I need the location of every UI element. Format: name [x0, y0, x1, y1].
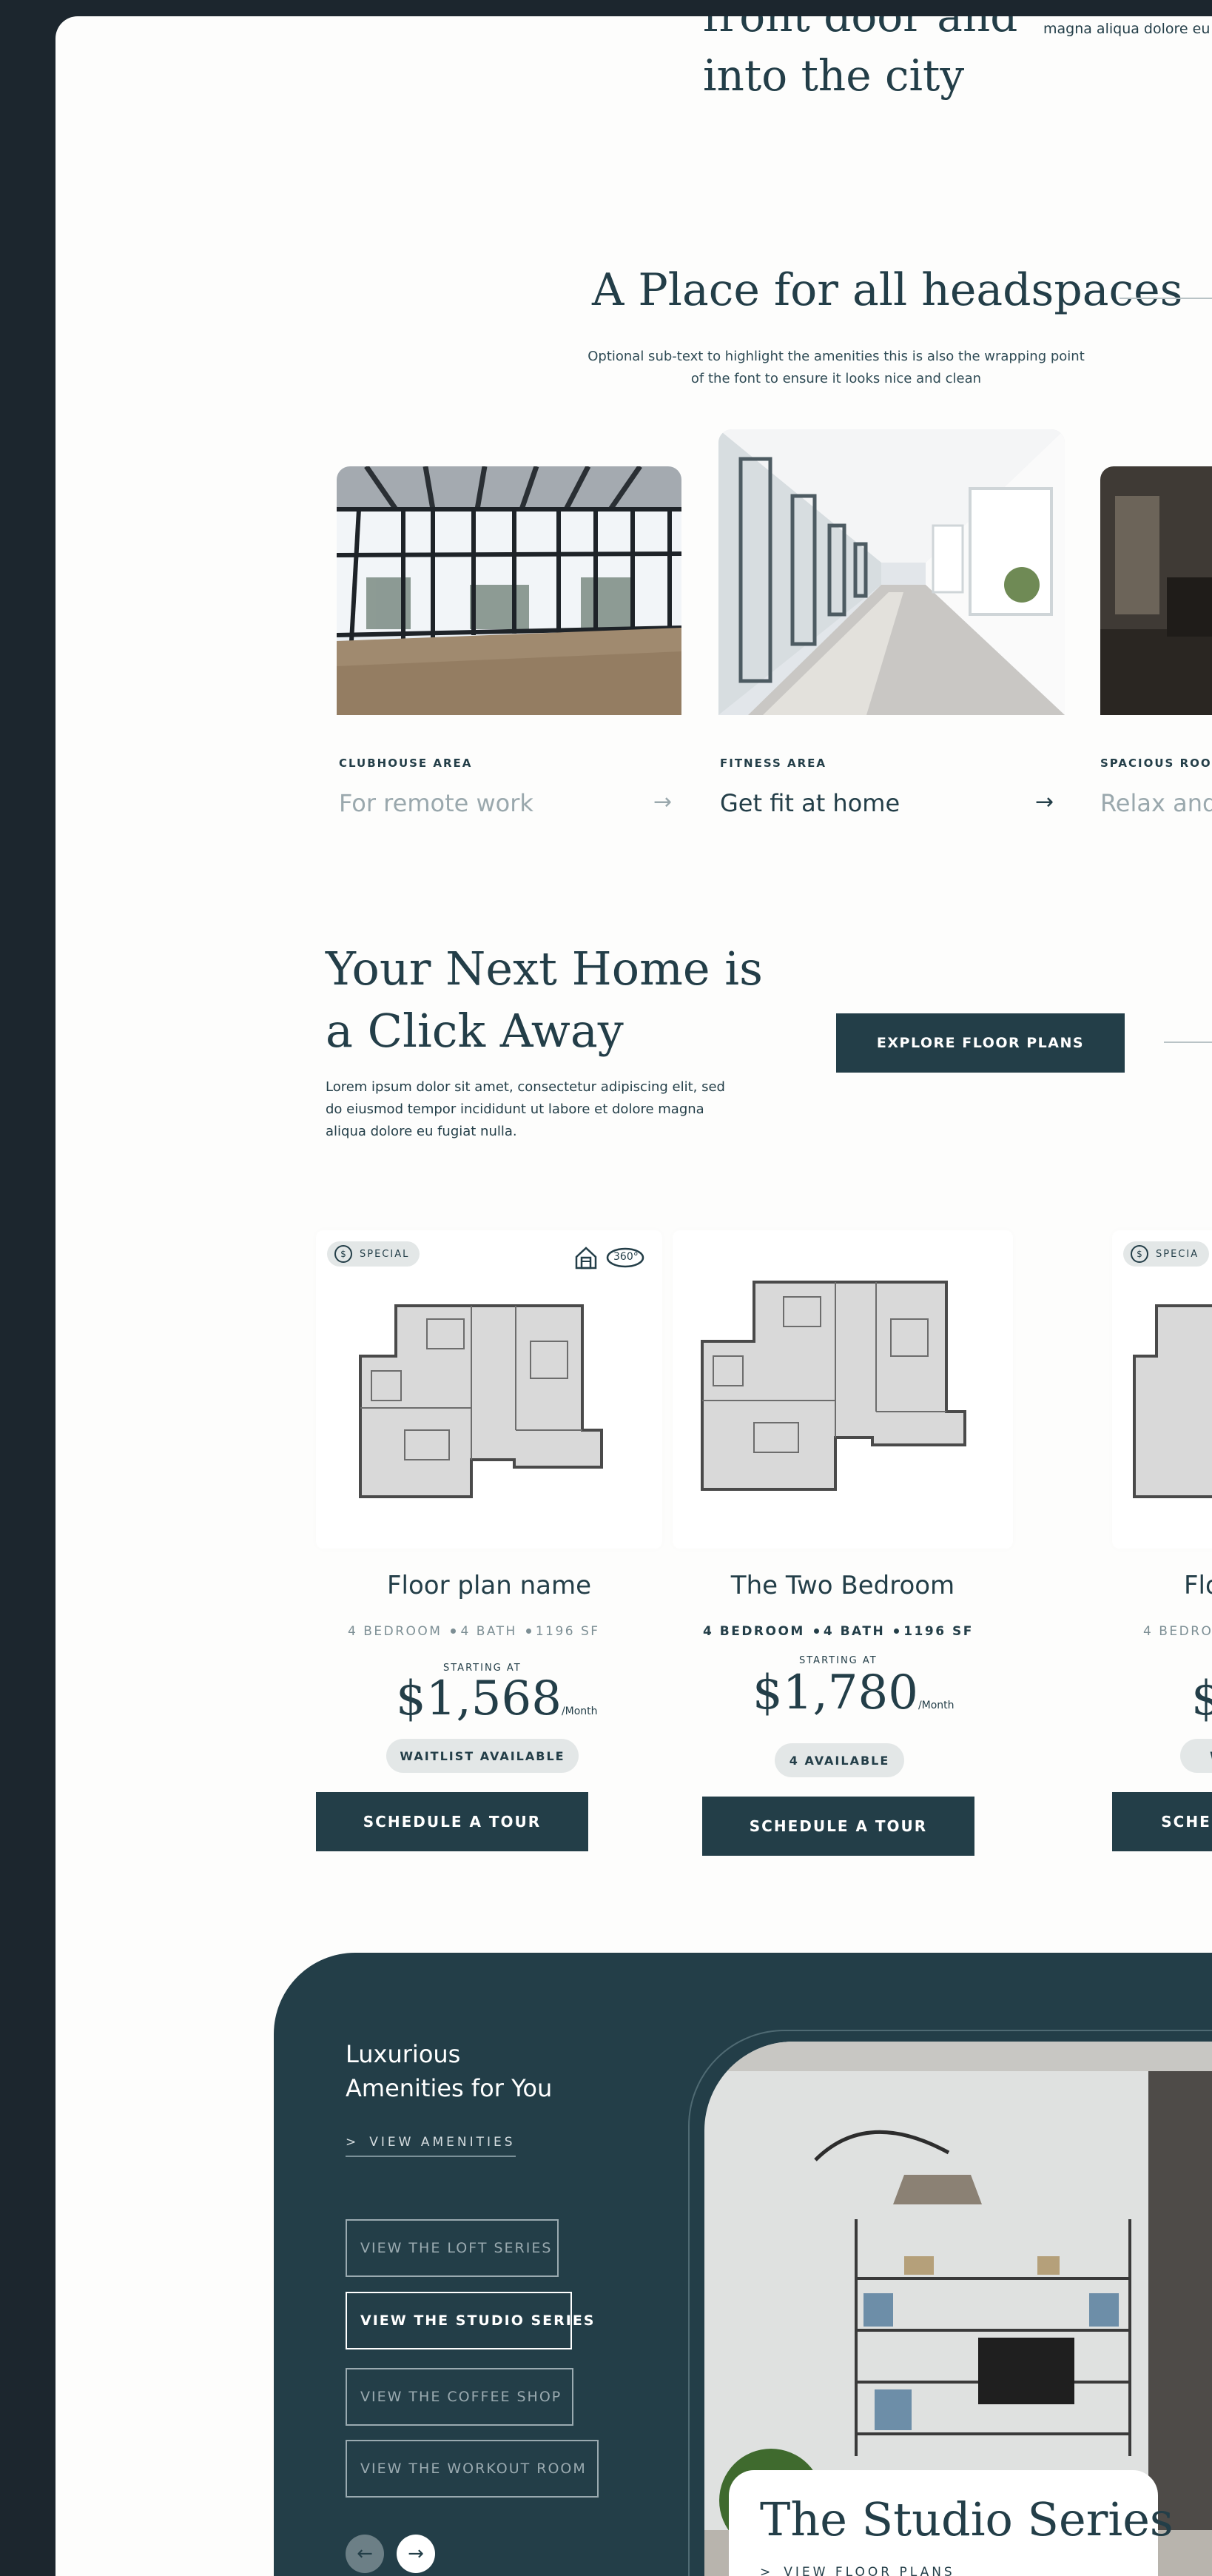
loft-series-button[interactable]: VIEW THE LOFT SERIES — [346, 2219, 559, 2277]
floor-plan-specs: 4 BEDRO — [1143, 1624, 1212, 1639]
special-badge: $ SPECIA — [1123, 1241, 1210, 1267]
price: $ — [1191, 1671, 1212, 1726]
luxury-amenities-title: Luxurious Amenities for You — [346, 2040, 553, 2102]
arrow-right-icon[interactable]: → — [653, 789, 672, 815]
floor-plan-image[interactable] — [316, 1230, 662, 1549]
dollar-coin-icon: $ — [334, 1245, 352, 1263]
arrow-right-icon[interactable]: → — [1035, 789, 1054, 815]
amenities-subtitle: Optional sub-text to highlight the ameni… — [588, 349, 1085, 386]
availability-badge: W — [1180, 1739, 1212, 1773]
schedule-tour-button[interactable]: SCHE — [1112, 1792, 1212, 1851]
clubhouse-photo — [337, 466, 681, 715]
floor-plan-image[interactable] — [673, 1230, 1013, 1549]
availability-badge: 4 AVAILABLE — [775, 1743, 904, 1777]
price: $1,568/Month — [396, 1671, 598, 1726]
divider — [1164, 1042, 1212, 1043]
chevron-right-icon: > — [760, 2565, 774, 2576]
chevron-right-icon: > — [346, 2135, 360, 2150]
workout-room-button[interactable]: VIEW THE WORKOUT ROOM — [346, 2440, 599, 2498]
page: front door and into the city magna aliqu… — [55, 16, 1212, 2576]
card-title: For remote work — [339, 789, 533, 817]
floor-plan-name: Flo — [1184, 1571, 1212, 1600]
schedule-tour-button[interactable]: SCHEDULE A TOUR — [702, 1797, 974, 1856]
tour-360-icon[interactable]: 360° — [606, 1245, 644, 1270]
next-home-title: Your Next Home is a Click Away — [326, 942, 763, 1058]
card-title: Get fit at home — [720, 789, 900, 817]
floor-plan-name: Floor plan name — [386, 1571, 592, 1600]
view-amenities-link[interactable]: > VIEW AMENITIES — [346, 2135, 516, 2157]
price: $1,780/Month — [753, 1666, 955, 1720]
floor-plan-name: The Two Bedroom — [730, 1571, 955, 1600]
card-category: SPACIOUS ROO — [1100, 757, 1212, 770]
studio-series-button[interactable]: VIEW THE STUDIO SERIES — [346, 2292, 594, 2349]
hero-title: front door and into the city — [703, 16, 1018, 101]
amenities-title: A Place for all headspaces — [592, 264, 1183, 316]
floor-plan-specs: 4 BEDROOM 4 BATH 1196 SF — [703, 1624, 974, 1639]
special-badge: $ SPECIAL — [327, 1241, 420, 1267]
home-icon[interactable] — [573, 1245, 599, 1270]
studio-series-title: The Studio Series — [760, 2492, 1174, 2546]
amenity-card-spacious[interactable]: SPACIOUS ROO Relax and — [1100, 466, 1212, 836]
amenity-card-fitness[interactable]: FITNESS AREA Get fit at home → — [718, 429, 1065, 836]
floor-plan-specs: 4 BEDROOM 4 BATH 1196 SF — [348, 1624, 600, 1639]
divider — [1120, 298, 1212, 299]
arrow-right-icon[interactable]: → — [397, 2535, 435, 2573]
availability-badge: WAITLIST AVAILABLE — [386, 1739, 579, 1773]
coffee-shop-button[interactable]: VIEW THE COFFEE SHOP — [346, 2368, 573, 2426]
explore-floor-plans-button[interactable]: EXPLORE FLOOR PLANS — [836, 1013, 1125, 1073]
card-title: Relax and — [1100, 789, 1212, 817]
card-category: FITNESS AREA — [720, 757, 827, 770]
next-home-body: Lorem ipsum dolor sit amet, consectetur … — [326, 1079, 725, 1139]
schedule-tour-button[interactable]: SCHEDULE A TOUR — [316, 1792, 588, 1851]
arrow-left-icon[interactable]: ← — [346, 2535, 384, 2573]
hero-side-text: magna aliqua dolore eu fu — [1043, 21, 1212, 37]
dollar-coin-icon: $ — [1131, 1245, 1148, 1263]
amenity-card-clubhouse[interactable]: CLUBHOUSE AREA For remote work → — [337, 466, 681, 836]
view-floor-plans-link[interactable]: > VIEW FLOOR PLANS — [760, 2565, 955, 2576]
fitness-photo — [718, 429, 1065, 715]
starting-at-label: STARTING AT — [799, 1655, 878, 1666]
floor-plan-image[interactable] — [1112, 1230, 1212, 1549]
spacious-photo — [1100, 466, 1212, 715]
card-category: CLUBHOUSE AREA — [339, 757, 473, 770]
